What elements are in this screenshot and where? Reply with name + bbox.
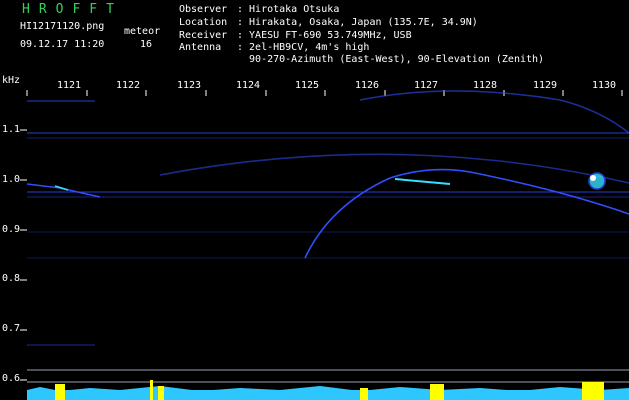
meteor-traces [26, 90, 629, 259]
spectrogram-plot [20, 90, 629, 400]
meteor-blob-1130-core [590, 175, 596, 181]
noise-peak-1121 [55, 384, 65, 400]
meteor-blob-1130 [588, 172, 606, 190]
info-location: Location: Hirakata, Osaka, Japan (135.7E… [179, 17, 478, 28]
meteor-trace-long [159, 153, 629, 184]
minute-tick-marks [26, 90, 623, 96]
meteor-trace-1121 [26, 183, 101, 198]
noise-peak-1130 [582, 382, 604, 400]
noise-floor [27, 380, 629, 400]
noise-peak-1122b [158, 386, 164, 400]
meteor-trace-main-head [394, 178, 451, 185]
hrofft-logo: HROFFT [22, 2, 123, 17]
meteor-trace-high-arc [359, 90, 629, 134]
noise-peak-1126 [360, 388, 368, 400]
noise-floor-ripple [27, 386, 629, 391]
filename: HI12171120.png [20, 21, 105, 32]
freq-tick-marks [20, 129, 27, 381]
info-antenna-direction: 90-270-Azimuth (East-West), 90-Elevation… [237, 54, 545, 65]
khz-unit-label: kHz [2, 75, 21, 86]
noise-peak-1127 [430, 384, 444, 400]
noise-peak-1122 [150, 380, 153, 400]
datetime: 09.12.17 11:20 [20, 39, 105, 50]
info-receiver: Receiver: YAESU FT-690 53.749MHz, USB [179, 30, 412, 41]
meteor-label: meteor [124, 26, 161, 37]
reference-lines [27, 369, 629, 383]
meteor-trace-main-arc [304, 168, 629, 259]
meteor-count: 16 [140, 39, 153, 50]
info-antenna: Antenna: 2el-HB9CV, 4m's high [179, 42, 370, 53]
info-observer: Observer: Hirotaka Otsuka [179, 4, 340, 15]
